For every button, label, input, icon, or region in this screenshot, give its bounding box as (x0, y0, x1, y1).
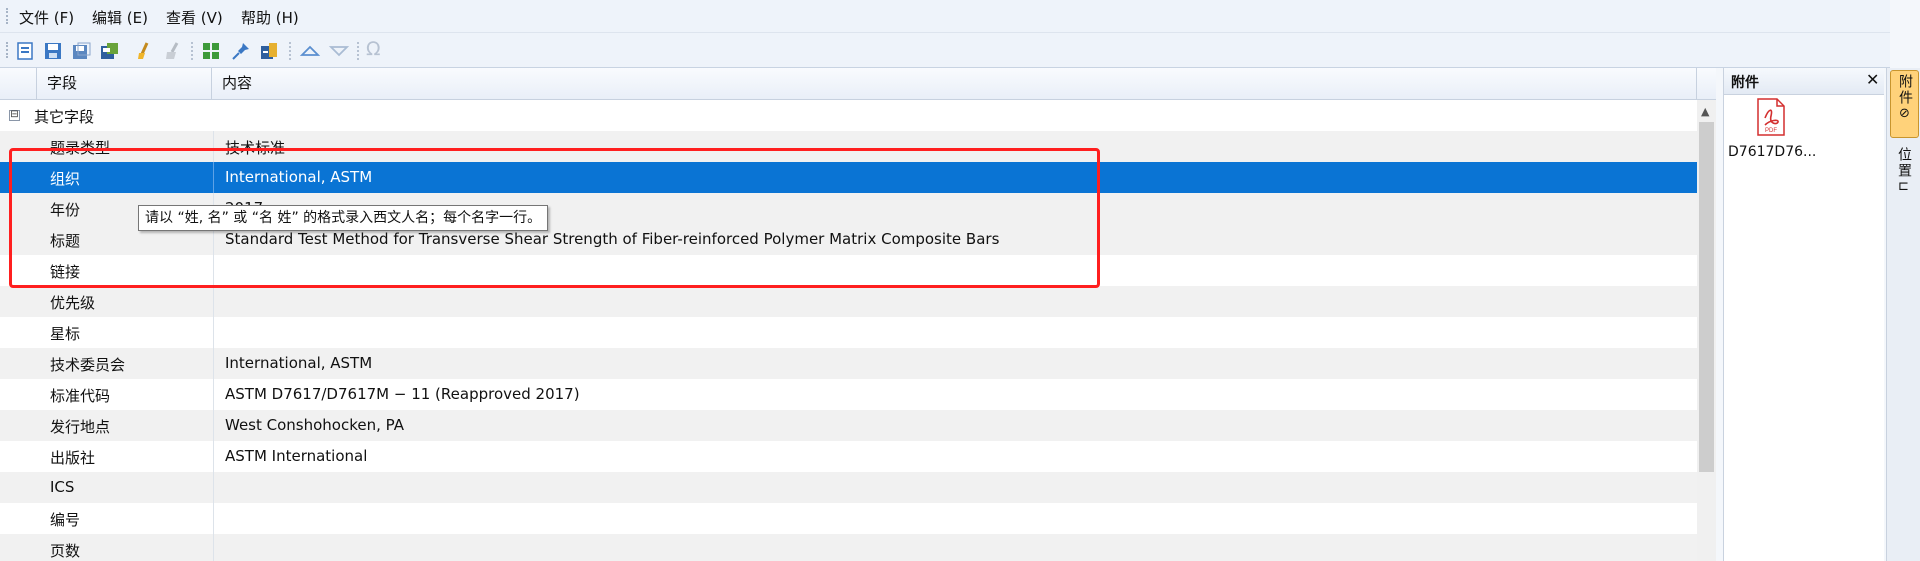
field-name: 出版社 (50, 449, 96, 467)
field-name: 链接 (50, 263, 81, 281)
field-grid: 字段 内容 ⊟ 其它字段 题录类型 技术标准 组织 International, A… (0, 68, 1716, 561)
clean-icon[interactable] (134, 40, 156, 62)
field-name: 题录类型 (50, 139, 111, 157)
side-tab-strip: 附件 ⊘ 位置 ⊏ (1886, 68, 1920, 561)
field-value[interactable]: 技术标准 (225, 137, 285, 158)
table-row[interactable]: 编号 (0, 503, 1697, 534)
toolbar-separator (289, 42, 291, 60)
toolbar: Ω (0, 33, 1890, 68)
field-name: 标题 (50, 232, 81, 250)
table-row[interactable]: 星标 (0, 317, 1697, 348)
header-content[interactable]: 内容 (213, 68, 1697, 99)
table-row[interactable]: 发行地点 West Conshohocken, PA (0, 410, 1697, 441)
close-icon[interactable]: ✕ (1866, 70, 1879, 89)
field-name: 组织 (50, 170, 81, 188)
grid-icon[interactable] (200, 40, 222, 62)
menubar-grip[interactable] (6, 8, 10, 24)
field-value[interactable]: ASTM International (225, 447, 367, 465)
table-row[interactable]: 出版社 ASTM International (0, 441, 1697, 472)
field-value[interactable]: ASTM D7617/D7617M − 11 (Reapproved 2017) (225, 385, 580, 403)
move-down-icon (328, 46, 350, 57)
move-up-icon[interactable] (299, 40, 321, 62)
field-name: ICS (50, 478, 75, 496)
save-all-icon[interactable] (70, 40, 92, 62)
tab-label: 位置 (1896, 147, 1912, 179)
attachment-panel-title: 附件 (1731, 75, 1759, 91)
group-row[interactable]: ⊟ 其它字段 (0, 100, 1697, 131)
field-name: 发行地点 (50, 418, 111, 436)
field-value[interactable]: Standard Test Method for Transverse Shea… (225, 230, 999, 248)
omega-icon: Ω (366, 38, 381, 60)
paperclip-icon: ⊘ (1899, 106, 1910, 121)
header-field[interactable]: 字段 (37, 68, 212, 99)
table-row[interactable]: 页数 (0, 534, 1697, 561)
location-icon: ⊏ (1898, 179, 1909, 194)
attachment-file-name[interactable]: D7617D76... (1728, 144, 1816, 160)
collapse-icon[interactable]: ⊟ (9, 110, 20, 121)
field-value[interactable]: International, ASTM (225, 168, 372, 186)
table-row[interactable]: ICS (0, 472, 1697, 503)
field-name: 标准代码 (50, 387, 111, 405)
new-item-icon[interactable] (14, 40, 36, 62)
field-name: 优先级 (50, 294, 96, 312)
field-name: 星标 (50, 325, 81, 343)
field-value[interactable]: West Conshohocken, PA (225, 416, 404, 434)
field-name: 年份 (50, 201, 81, 219)
menu-view[interactable]: 查看 (V) (166, 7, 223, 28)
field-name: 编号 (50, 511, 81, 529)
scroll-thumb[interactable] (1699, 122, 1714, 472)
header-indent (0, 68, 37, 99)
grid-header: 字段 内容 (0, 68, 1716, 100)
toolbar-separator (191, 42, 193, 60)
pin-icon[interactable] (230, 40, 252, 62)
tab-attachments[interactable]: 附件 ⊘ (1890, 70, 1919, 138)
toolbar-grip[interactable] (6, 42, 8, 58)
scroll-up-icon[interactable]: ▲ (1701, 105, 1709, 118)
svg-text:PDF: PDF (1765, 128, 1777, 134)
field-name: 技术委员会 (50, 356, 126, 374)
attachment-panel: 附件 ✕ PDF D7617D76... (1723, 68, 1884, 561)
menu-help[interactable]: 帮助 (H) (241, 7, 299, 28)
field-value[interactable]: International, ASTM (225, 354, 372, 372)
vertical-scrollbar[interactable]: ▲ (1697, 100, 1716, 561)
group-label: 其它字段 (34, 108, 95, 126)
table-row-selected[interactable]: 组织 International, ASTM (0, 162, 1697, 193)
menu-file[interactable]: 文件 (F) (19, 7, 74, 28)
save-icon[interactable] (42, 40, 64, 62)
table-row[interactable]: 链接 (0, 255, 1697, 286)
toolbar-separator (357, 42, 359, 60)
menu-bar: 文件 (F) 编辑 (E) 查看 (V) 帮助 (H) (0, 0, 1890, 33)
table-row[interactable]: 技术委员会 International, ASTM (0, 348, 1697, 379)
menu-edit[interactable]: 编辑 (E) (92, 7, 148, 28)
table-row[interactable]: 标准代码 ASTM D7617/D7617M − 11 (Reapproved 2… (0, 379, 1697, 410)
import-icon[interactable] (258, 40, 280, 62)
clean-disabled-icon (166, 42, 179, 59)
tooltip: 请以 “姓, 名” 或 “名 姓” 的格式录入西文人名；每个名字一行。 (138, 205, 549, 231)
attachment-panel-header: 附件 ✕ (1724, 68, 1884, 95)
tab-label: 附件 (1897, 74, 1913, 106)
field-name: 页数 (50, 542, 81, 560)
pdf-file-icon[interactable]: PDF (1756, 98, 1786, 136)
tab-location[interactable]: 位置 ⊏ (1890, 144, 1917, 204)
table-row[interactable]: 优先级 (0, 286, 1697, 317)
db-save-icon[interactable] (98, 40, 120, 62)
table-row[interactable]: 题录类型 技术标准 (0, 131, 1697, 162)
